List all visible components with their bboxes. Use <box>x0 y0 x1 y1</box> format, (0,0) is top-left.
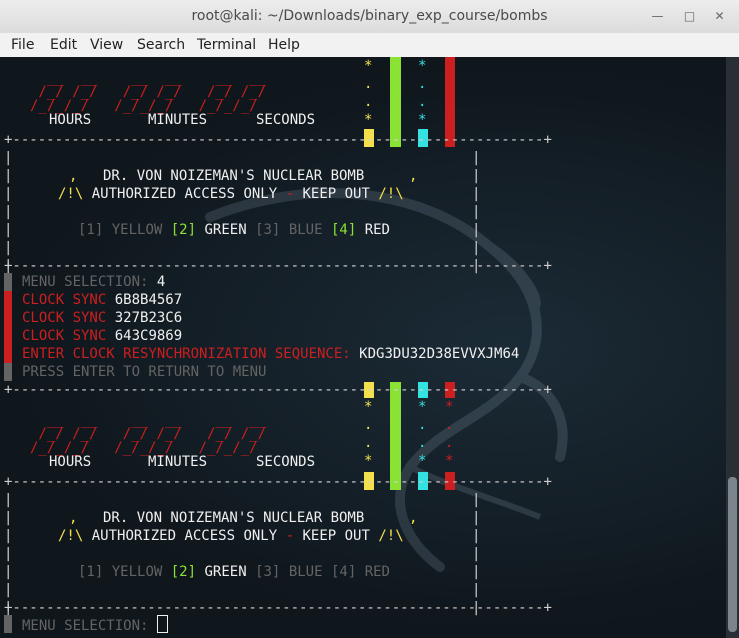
gutter-marker <box>4 345 12 363</box>
menu-edit[interactable]: Edit <box>50 37 77 53</box>
comma-left: , <box>69 168 78 184</box>
menu-bar: File Edit View Search Terminal Help <box>0 33 739 58</box>
clock-sync-line: CLOCK SYNC 643C9869 <box>22 327 182 345</box>
menu-search[interactable]: Search <box>137 37 185 53</box>
scrollbar[interactable] <box>726 57 739 638</box>
menu-selection-value: 4 <box>156 274 166 290</box>
opt4-label: RED <box>364 564 390 580</box>
minutes-label: MINUTES <box>148 112 208 128</box>
clock-sync-line: CLOCK SYNC 327B23C6 <box>22 309 182 327</box>
opt4-num: [4] <box>330 564 357 580</box>
resync-label: ENTER CLOCK RESYNCHRONIZATION SEQUENCE: <box>22 346 351 362</box>
wire-options-bottom: [1] YELLOW [2] GREEN [3] BLUE [4] RED <box>78 563 390 581</box>
opt2-num: [2] <box>170 222 197 238</box>
opt3-label: BLUE <box>288 564 323 580</box>
clock-sync-label: CLOCK SYNC <box>22 310 107 326</box>
terminal-output[interactable]: __ __ __ __ __ __ /_/ /_/ /_/ /_/ /_/ /_… <box>0 57 726 638</box>
warning-dash: - <box>285 186 295 202</box>
blue-wire-sparks: * . . * <box>418 58 427 128</box>
separator-line: +---------------------------------------… <box>4 382 552 398</box>
resync-value: KDG3DU32D38EVVXJM64 <box>359 346 520 362</box>
comma-left: , <box>69 510 78 526</box>
warning-prefix: /!\ <box>58 186 84 202</box>
gutter-marker <box>4 273 12 291</box>
maximize-icon[interactable]: □ <box>682 9 697 24</box>
opt2-label: GREEN <box>204 222 247 238</box>
menu-view[interactable]: View <box>90 37 123 53</box>
terminal-window: root@kali: ~/Downloads/binary_exp_course… <box>0 0 739 638</box>
bomb-header: DR. VON NOIZEMAN'S NUCLEAR BOMB <box>103 168 365 184</box>
menu-file[interactable]: File <box>11 37 34 53</box>
warning-line: /!\ AUTHORIZED ACCESS ONLY - KEEP OUT /!… <box>58 185 404 203</box>
opt4-label: RED <box>364 222 390 238</box>
comma-right: , <box>409 168 418 184</box>
seconds-label: SECONDS <box>256 112 316 128</box>
gutter-marker <box>4 291 12 309</box>
clock-sync-line: CLOCK SYNC 6B8B4567 <box>22 291 182 309</box>
opt1-num: [1] <box>78 222 104 238</box>
blue-wire-sparks: * . . * <box>418 399 427 469</box>
minimize-icon[interactable]: — <box>650 9 665 24</box>
timer-digits: __ __ __ __ __ __ /_/ /_/ /_/ /_/ /_/ /_… <box>30 412 267 456</box>
resync-line: ENTER CLOCK RESYNCHRONIZATION SEQUENCE: … <box>22 345 519 363</box>
menu-help[interactable]: Help <box>268 37 300 53</box>
opt3-label: BLUE <box>288 222 323 238</box>
warning-text: AUTHORIZED ACCESS ONLY <box>91 186 278 202</box>
box-top-border: +---------------------------------------… <box>4 132 552 148</box>
warning-suffix: /!\ <box>378 186 404 202</box>
warning-dash: - <box>285 528 295 544</box>
opt3-num: [3] <box>255 564 281 580</box>
yellow-wire-sparks: * . . * <box>364 58 373 128</box>
opt3-num: [3] <box>255 222 281 238</box>
close-icon[interactable]: ✕ <box>712 9 727 24</box>
gutter-marker <box>4 327 12 345</box>
box-top-border: +---------------------------------------… <box>4 474 552 490</box>
clock-sync-value: 643C9869 <box>114 328 183 344</box>
clock-sync-value: 6B8B4567 <box>114 292 183 308</box>
menu-terminal[interactable]: Terminal <box>197 37 256 53</box>
menu-prompt-label: MENU SELECTION: <box>22 618 149 634</box>
timer-digits: __ __ __ __ __ __ /_/ /_/ /_/ /_/ /_/ /_… <box>30 70 267 114</box>
title-bar[interactable]: root@kali: ~/Downloads/binary_exp_course… <box>0 0 739 34</box>
menu-selection-label: MENU SELECTION: <box>22 274 149 290</box>
warning-keep: KEEP OUT <box>302 186 370 202</box>
opt4-num: [4] <box>330 222 357 238</box>
menu-selection-line: MENU SELECTION: 4 <box>22 273 165 291</box>
gutter-marker <box>4 363 12 381</box>
warning-prefix: /!\ <box>58 528 84 544</box>
opt2-num: [2] <box>170 564 197 580</box>
comma-right: , <box>409 510 418 526</box>
seconds-label: SECONDS <box>256 454 316 470</box>
text-cursor[interactable] <box>156 615 168 633</box>
clock-sync-label: CLOCK SYNC <box>22 292 107 308</box>
clock-sync-label: CLOCK SYNC <box>22 328 107 344</box>
opt1-num: [1] <box>78 564 104 580</box>
yellow-wire-sparks: * . . * <box>364 399 373 469</box>
warning-line: /!\ AUTHORIZED ACCESS ONLY - KEEP OUT /!… <box>58 527 404 545</box>
minutes-label: MINUTES <box>148 454 208 470</box>
gutter-marker <box>4 615 12 633</box>
warning-keep: KEEP OUT <box>302 528 370 544</box>
warning-text: AUTHORIZED ACCESS ONLY <box>91 528 278 544</box>
opt2-label: GREEN <box>204 564 247 580</box>
scrollbar-thumb[interactable] <box>728 477 737 632</box>
gutter-marker <box>4 309 12 327</box>
opt1-label: YELLOW <box>111 222 163 238</box>
opt1-label: YELLOW <box>111 564 163 580</box>
bomb-header: DR. VON NOIZEMAN'S NUCLEAR BOMB <box>103 510 365 526</box>
wire-options-top: [1] YELLOW [2] GREEN [3] BLUE [4] RED <box>78 221 390 239</box>
red-wire-sparks: * . . * <box>445 399 454 469</box>
press-enter-line: PRESS ENTER TO RETURN TO MENU <box>22 364 267 380</box>
hours-label: HOURS <box>49 112 92 128</box>
window-title: root@kali: ~/Downloads/binary_exp_course… <box>191 8 548 24</box>
menu-prompt-line[interactable]: MENU SELECTION: <box>22 615 168 635</box>
hours-label: HOURS <box>49 454 92 470</box>
clock-sync-value: 327B23C6 <box>114 310 183 326</box>
warning-suffix: /!\ <box>378 528 404 544</box>
